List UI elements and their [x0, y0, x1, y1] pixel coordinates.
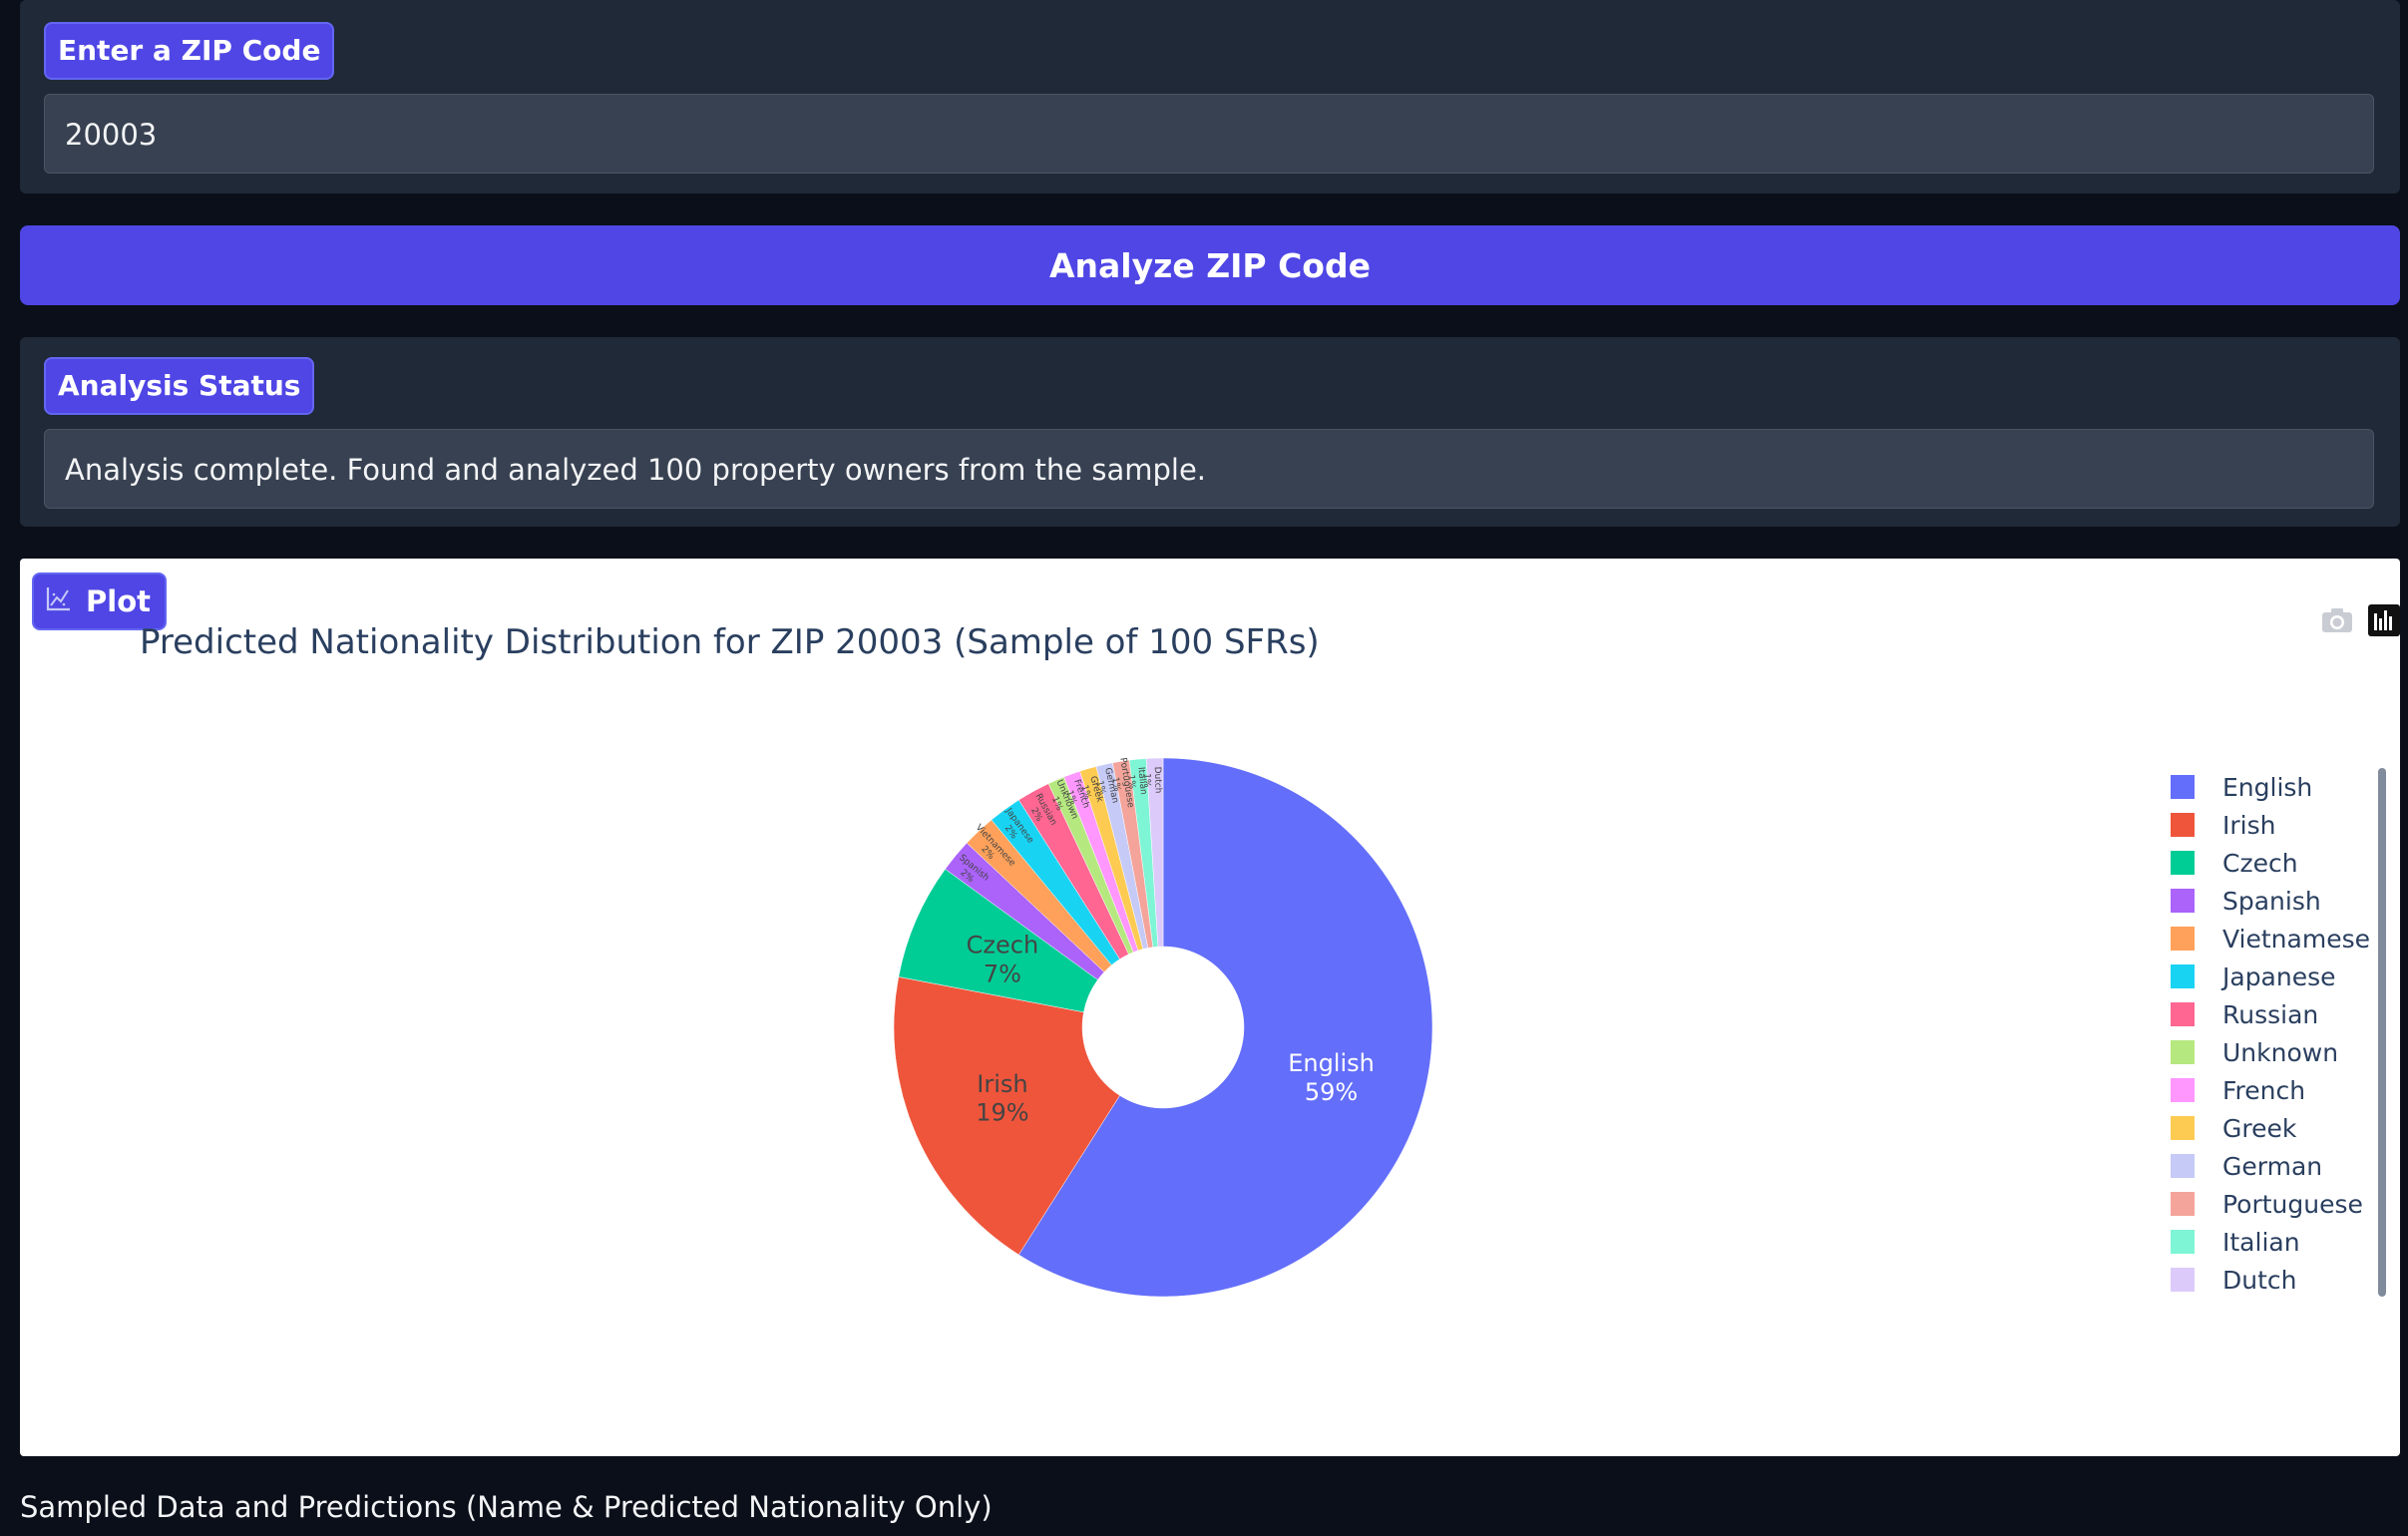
legend-item-german[interactable]: German	[2171, 1147, 2370, 1185]
chart-title: Predicted Nationality Distribution for Z…	[140, 622, 1320, 662]
legend-label: Portuguese	[2222, 1189, 2363, 1219]
chart-legend: English Irish Czech Spanish Vietnamese Japane…	[2171, 768, 2370, 1299]
legend-swatch	[2171, 1230, 2195, 1254]
plot-label-text: Plot	[86, 584, 151, 618]
legend-label: Japanese	[2222, 961, 2336, 991]
legend-item-irish[interactable]: Irish	[2171, 806, 2370, 844]
legend-item-italian[interactable]: Italian	[2171, 1223, 2370, 1261]
legend-swatch	[2171, 1192, 2195, 1216]
chart-icon	[46, 584, 72, 618]
legend-swatch	[2171, 927, 2195, 951]
plotly-logo-icon[interactable]	[2368, 604, 2400, 640]
legend-label: Unknown	[2222, 1037, 2339, 1067]
legend-item-dutch[interactable]: Dutch	[2171, 1261, 2370, 1299]
legend-swatch	[2171, 813, 2195, 837]
legend-label: Spanish	[2222, 886, 2321, 916]
legend-item-japanese[interactable]: Japanese	[2171, 958, 2370, 995]
legend-item-spanish[interactable]: Spanish	[2171, 882, 2370, 920]
legend-label: Irish	[2222, 810, 2276, 840]
table-heading: Sampled Data and Predictions (Name & Pre…	[20, 1490, 993, 1524]
legend-label: Greek	[2222, 1113, 2297, 1143]
slice-label-irish: Irish 19%	[976, 1070, 1028, 1127]
legend-label: Dutch	[2222, 1265, 2297, 1295]
legend-swatch	[2171, 964, 2195, 988]
legend-label: Russian	[2222, 999, 2319, 1029]
legend-swatch	[2171, 851, 2195, 875]
legend-swatch	[2171, 1116, 2195, 1140]
status-label: Analysis Status	[44, 357, 315, 415]
legend-item-portuguese[interactable]: Portuguese	[2171, 1185, 2370, 1223]
legend-swatch	[2171, 1002, 2195, 1026]
legend-item-greek[interactable]: Greek	[2171, 1109, 2370, 1147]
legend-item-czech[interactable]: Czech	[2171, 844, 2370, 882]
legend-label: Czech	[2222, 848, 2298, 878]
analyze-button[interactable]: Analyze ZIP Code	[20, 225, 2400, 305]
status-text: Analysis complete. Found and analyzed 10…	[44, 429, 2374, 509]
status-panel: Analysis Status Analysis complete. Found…	[20, 337, 2400, 527]
camera-icon[interactable]	[2320, 606, 2354, 638]
zip-input[interactable]: 20003	[44, 94, 2374, 174]
legend-scrollbar[interactable]	[2378, 768, 2386, 1297]
legend-label: German	[2222, 1151, 2323, 1181]
legend-item-russian[interactable]: Russian	[2171, 995, 2370, 1033]
legend-label: French	[2222, 1075, 2306, 1105]
legend-label: Italian	[2222, 1227, 2300, 1257]
legend-label: Vietnamese	[2222, 924, 2370, 954]
legend-label: English	[2222, 772, 2313, 802]
pie-chart: English 59%Irish 19%Czech 7%Spanish2%Vietna…	[893, 757, 1433, 1298]
legend-swatch	[2171, 1154, 2195, 1178]
legend-item-english[interactable]: English	[2171, 768, 2370, 806]
legend-item-vietnamese[interactable]: Vietnamese	[2171, 920, 2370, 958]
legend-swatch	[2171, 1040, 2195, 1064]
zip-panel: Enter a ZIP Code 20003	[20, 0, 2400, 193]
legend-item-unknown[interactable]: Unknown	[2171, 1033, 2370, 1071]
legend-swatch	[2171, 889, 2195, 913]
legend-swatch	[2171, 1268, 2195, 1292]
zip-label: Enter a ZIP Code	[44, 22, 335, 80]
legend-swatch	[2171, 775, 2195, 799]
plot-panel: Plot Predicted Nationality Distribution …	[20, 559, 2400, 1456]
legend-item-french[interactable]: French	[2171, 1071, 2370, 1109]
modebar	[2320, 604, 2400, 640]
legend-swatch	[2171, 1078, 2195, 1102]
